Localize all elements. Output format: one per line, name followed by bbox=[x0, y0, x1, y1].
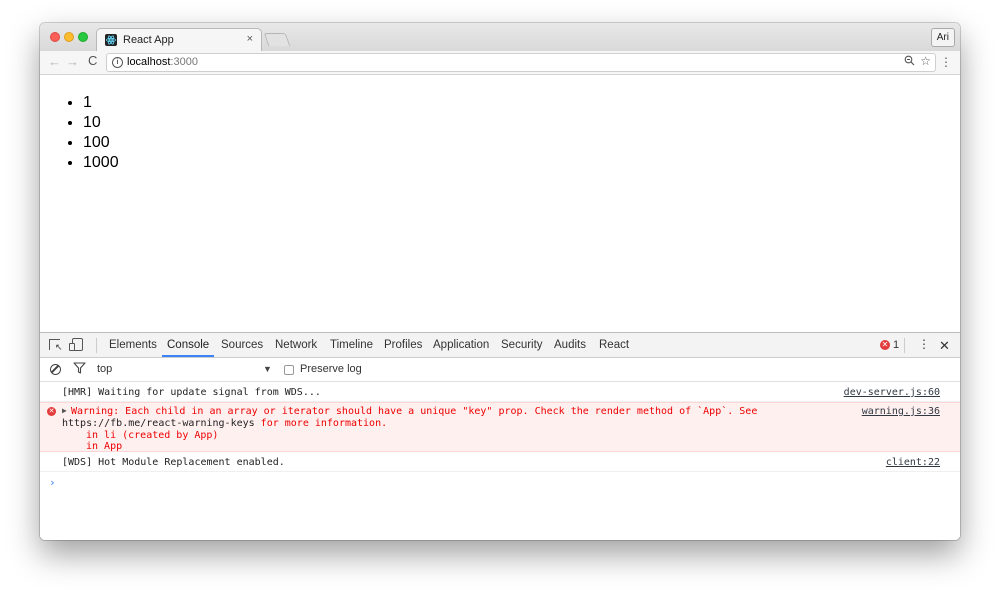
forward-arrow-icon[interactable]: → bbox=[66, 55, 79, 69]
clear-console-icon[interactable] bbox=[50, 364, 61, 375]
devtools-tab-bar: ↖ Elements Console Sources Network Timel… bbox=[40, 333, 960, 358]
context-selector[interactable]: top bbox=[97, 363, 112, 375]
console-message: [HMR] Waiting for update signal from WDS… bbox=[40, 382, 960, 402]
device-phone-icon bbox=[69, 343, 75, 351]
tab-elements[interactable]: Elements bbox=[109, 339, 157, 351]
tab-close-icon[interactable]: × bbox=[247, 33, 253, 45]
expand-triangle-icon[interactable]: ▶ bbox=[62, 406, 67, 415]
tab-title: React App bbox=[123, 34, 174, 46]
browser-menu-icon[interactable]: ⋮ bbox=[940, 55, 952, 69]
error-text-line2: https://fb.me/react-warning-keys for mor… bbox=[62, 418, 387, 429]
tab-strip: React App × Ari bbox=[40, 23, 960, 51]
window-close-button[interactable] bbox=[50, 32, 60, 42]
toolbar-divider bbox=[96, 338, 97, 353]
toolbar-divider bbox=[904, 338, 905, 353]
error-icon: ✕ bbox=[47, 407, 56, 416]
devtools-menu-icon[interactable]: ⋮ bbox=[918, 338, 930, 351]
console-filter-bar: top ▼ Preserve log bbox=[40, 358, 960, 382]
tab-console[interactable]: Console bbox=[167, 339, 209, 351]
filter-icon[interactable] bbox=[73, 362, 86, 377]
tab-timeline[interactable]: Timeline bbox=[330, 339, 373, 351]
react-logo-icon bbox=[105, 34, 117, 46]
new-tab-button[interactable] bbox=[263, 33, 291, 46]
error-stack-line: in App bbox=[86, 441, 123, 452]
list-item: 1000 bbox=[83, 153, 119, 173]
console-error-message: ✕ ▶ Warning: Each child in an array or i… bbox=[40, 402, 960, 452]
browser-toolbar: ← → C i localhost:3000 ☆ ⋮ bbox=[40, 51, 960, 75]
console-source-link[interactable]: warning.js:36 bbox=[862, 406, 940, 417]
console-message: [WDS] Hot Module Replacement enabled. cl… bbox=[40, 452, 960, 472]
window-minimize-button[interactable] bbox=[64, 32, 74, 42]
tab-application[interactable]: Application bbox=[433, 339, 489, 351]
tab-security[interactable]: Security bbox=[501, 339, 543, 351]
tab-sources[interactable]: Sources bbox=[221, 339, 263, 351]
tab-profiles[interactable]: Profiles bbox=[384, 339, 422, 351]
page-content: 1 10 100 1000 bbox=[40, 75, 960, 332]
list-item: 10 bbox=[83, 113, 119, 133]
list-item: 100 bbox=[83, 133, 119, 153]
info-icon[interactable]: i bbox=[112, 57, 123, 68]
profile-button[interactable]: Ari bbox=[930, 28, 955, 47]
inspect-cursor-icon: ↖ bbox=[55, 342, 63, 352]
list-item: 1 bbox=[83, 93, 119, 113]
reload-icon[interactable]: C bbox=[88, 54, 97, 68]
url-host: localhost bbox=[127, 56, 171, 68]
bookmark-star-icon[interactable]: ☆ bbox=[920, 54, 931, 68]
browser-tab[interactable]: React App × bbox=[96, 28, 262, 51]
preserve-log-label: Preserve log bbox=[300, 363, 362, 375]
tab-audits[interactable]: Audits bbox=[554, 339, 586, 351]
console-message-text: [WDS] Hot Module Replacement enabled. bbox=[62, 457, 285, 468]
browser-window: React App × Ari ← → C i localhost:3000 ☆… bbox=[40, 23, 960, 540]
error-count[interactable]: 1 bbox=[893, 339, 899, 351]
active-tab-indicator bbox=[162, 355, 214, 357]
back-arrow-icon[interactable]: ← bbox=[48, 55, 61, 69]
devtools-close-icon[interactable]: ✕ bbox=[939, 338, 950, 354]
error-docs-link[interactable]: https://fb.me/react-warning-keys bbox=[62, 418, 255, 429]
console-source-link[interactable]: client:22 bbox=[886, 457, 940, 468]
error-text-rest: for more information. bbox=[254, 418, 388, 429]
console-prompt-row[interactable]: › bbox=[40, 472, 960, 492]
error-stack-line: in li (created by App) bbox=[86, 430, 219, 441]
zoom-icon[interactable] bbox=[904, 55, 915, 69]
number-list: 1 10 100 1000 bbox=[40, 93, 119, 173]
url-port: :3000 bbox=[170, 56, 198, 68]
devtools-panel: ↖ Elements Console Sources Network Timel… bbox=[40, 332, 960, 540]
context-dropdown-arrow-icon[interactable]: ▼ bbox=[263, 364, 272, 374]
tab-network[interactable]: Network bbox=[275, 339, 317, 351]
console-prompt-icon[interactable]: › bbox=[49, 476, 56, 489]
address-bar[interactable]: i localhost:3000 ☆ bbox=[106, 53, 936, 72]
tab-react[interactable]: React bbox=[599, 339, 629, 351]
preserve-log-checkbox[interactable] bbox=[284, 365, 294, 375]
url-text[interactable]: localhost:3000 bbox=[127, 56, 198, 68]
console-source-link[interactable]: dev-server.js:60 bbox=[844, 387, 940, 398]
window-maximize-button[interactable] bbox=[78, 32, 88, 42]
error-count-icon[interactable]: ✕ bbox=[880, 340, 890, 350]
error-text: Warning: Each child in an array or itera… bbox=[71, 406, 758, 417]
console-message-text: [HMR] Waiting for update signal from WDS… bbox=[62, 387, 321, 398]
console-output: [HMR] Waiting for update signal from WDS… bbox=[40, 382, 960, 492]
